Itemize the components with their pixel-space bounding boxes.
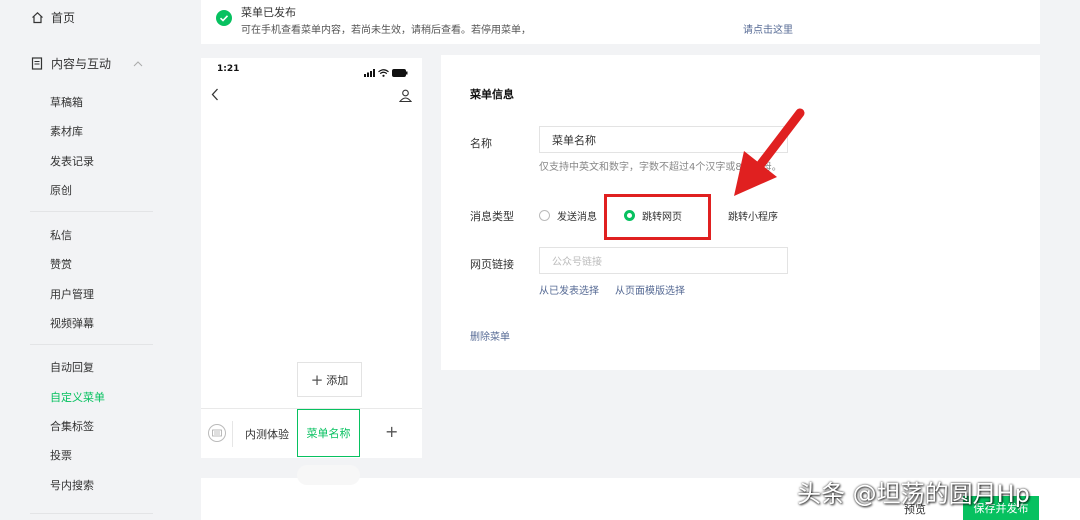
publish-notice: 菜单已发布 可在手机查看菜单内容，若尚未生效，请稍后查看。若停用菜单， 请点击这… (201, 0, 1040, 44)
nav-content-label: 内容与互动 (51, 57, 112, 71)
sidebar-item-polls[interactable]: 投票 (50, 447, 72, 463)
keyboard-icon[interactable] (208, 424, 226, 442)
home-icon (30, 11, 44, 25)
radio-send-message-label: 发送消息 (557, 212, 597, 223)
document-icon (30, 57, 44, 71)
signal-icon (364, 66, 375, 80)
chevron-up-icon (133, 60, 143, 67)
user-icon[interactable] (398, 89, 413, 105)
phone-preview: 1:21 + 添加 内测体验 菜单名称 + (201, 58, 422, 458)
type-label: 消息类型 (470, 210, 514, 223)
menu-sort-handle (297, 465, 360, 485)
notice-disable-link[interactable]: 请点击这里 (743, 21, 793, 36)
menu-separator (232, 421, 233, 447)
sidebar-item-custom-menu[interactable]: 自定义菜单 (50, 389, 105, 405)
sidebar: 首页 内容与互动 草稿箱 素材库 发表记录 原创 私信 赞赏 用户管理 视频弹幕… (0, 0, 185, 520)
sidebar-divider (30, 211, 153, 212)
sidebar-item-messages[interactable]: 私信 (50, 227, 72, 243)
add-submenu-label: 添加 (326, 373, 349, 387)
sidebar-item-drafts[interactable]: 草稿箱 (50, 94, 83, 110)
back-chevron-icon[interactable] (211, 88, 219, 104)
sidebar-item-collection-tags[interactable]: 合集标签 (50, 418, 94, 434)
wifi-icon (378, 66, 389, 80)
add-menu-plus-icon[interactable]: + (385, 422, 398, 441)
nav-home-label: 首页 (51, 11, 76, 25)
success-check-icon (216, 10, 232, 26)
url-input[interactable]: 公众号链接 (539, 247, 788, 274)
menu-info-card: 菜单信息 名称 菜单名称 仅支持中英文和数字，字数不超过4个汉字或8个字母。 消… (441, 55, 1040, 370)
sidebar-item-original[interactable]: 原创 (50, 182, 72, 198)
phone-time: 1:21 (217, 64, 240, 74)
watermark-text: 头条 @坦荡的圆月Hp (797, 480, 1030, 508)
choose-from-published-link[interactable]: 从已发表选择 (539, 282, 599, 297)
sidebar-item-rewards[interactable]: 赞赏 (50, 256, 72, 272)
menu-item-beta[interactable]: 内测体验 (245, 426, 289, 442)
notice-description: 可在手机查看菜单内容，若尚未生效，请稍后查看。若停用菜单， (241, 25, 531, 36)
sidebar-item-publish-history[interactable]: 发表记录 (50, 153, 94, 169)
delete-menu-link[interactable]: 删除菜单 (470, 328, 510, 343)
card-title: 菜单信息 (470, 88, 514, 101)
url-label: 网页链接 (470, 258, 514, 271)
radio-circle-icon (539, 210, 550, 221)
radio-jump-miniprogram[interactable]: 跳转小程序 (728, 208, 778, 223)
sidebar-item-video-comments[interactable]: 视频弹幕 (50, 315, 94, 331)
sidebar-item-materials[interactable]: 素材库 (50, 123, 83, 139)
battery-icon (392, 66, 408, 80)
phone-status-bar (364, 66, 408, 80)
notice-title: 菜单已发布 (241, 6, 296, 19)
name-label: 名称 (470, 137, 492, 150)
annotation-arrow-icon (734, 108, 805, 196)
radio-jump-miniprogram-label: 跳转小程序 (728, 212, 778, 223)
sidebar-divider (30, 513, 153, 514)
sidebar-item-auto-reply[interactable]: 自动回复 (50, 359, 94, 375)
phone-menu-bar: 内测体验 菜单名称 + (201, 408, 422, 458)
plus-icon: + (310, 370, 324, 389)
menu-item-name-selected[interactable]: 菜单名称 (297, 409, 360, 457)
highlight-box (604, 194, 711, 240)
nav-content-section[interactable]: 内容与互动 (30, 55, 143, 72)
sidebar-divider (30, 344, 153, 345)
sidebar-item-search[interactable]: 号内搜索 (50, 477, 94, 493)
radio-send-message[interactable]: 发送消息 (539, 208, 597, 223)
choose-from-template-link[interactable]: 从页面模版选择 (615, 282, 685, 297)
add-submenu-button[interactable]: + 添加 (297, 362, 362, 397)
sidebar-item-users[interactable]: 用户管理 (50, 286, 94, 302)
nav-home[interactable]: 首页 (30, 9, 75, 26)
